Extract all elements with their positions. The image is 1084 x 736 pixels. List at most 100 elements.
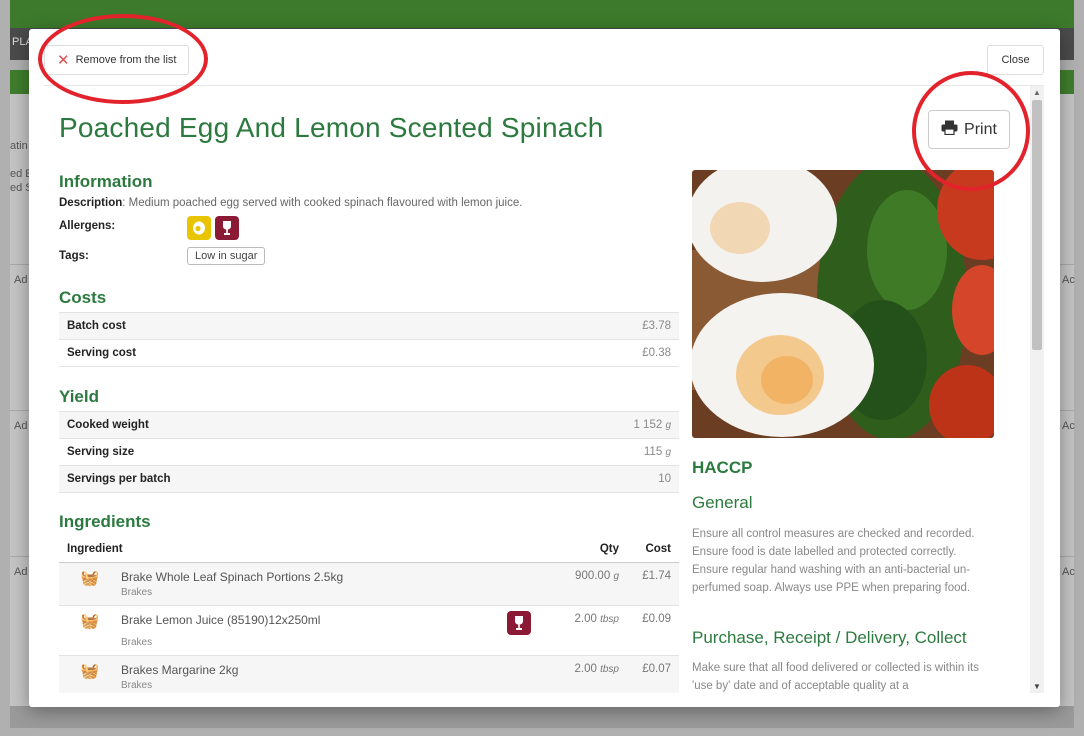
print-label: Print [964,120,997,138]
close-x-icon: ✕ [57,51,70,69]
remove-from-list-button[interactable]: ✕ Remove from the list [44,45,190,75]
bg-text: atin [10,140,28,152]
qty-cell: 900.00 g [547,561,627,605]
allergen-cell [507,561,547,605]
ingredients-table: Ingredient Qty Cost 🧺 Brake Whole Leaf S… [59,536,679,693]
tags-label: Tags: [59,250,89,262]
sulphites-allergen-icon [507,610,531,635]
modal-header: ✕ Remove from the list Close [29,29,1060,87]
yield-table: Cooked weight 1 152 g Serving size 115 g… [59,411,679,493]
yield-label: Cooked weight [59,411,500,439]
cost-label: Batch cost [59,312,479,340]
table-row: Serving cost £0.38 [59,339,679,367]
remove-from-list-label: Remove from the list [75,54,177,66]
table-row: Cooked weight 1 152 g [59,411,679,439]
information-heading: Information [59,172,153,191]
vertical-scrollbar[interactable]: ▲ ▼ [1030,86,1044,693]
description-text: : Medium poached egg served with cooked … [122,197,523,209]
basket-icon: 🧺 [80,662,100,680]
yield-value: 10 [658,473,671,485]
yield-label: Servings per batch [59,465,500,493]
yield-cell: 115 g [499,438,679,466]
qty-unit: g [613,570,619,582]
col-ingredient: Ingredient [59,536,547,563]
ingredient-cost: £0.07 [627,654,679,693]
print-button[interactable]: Print [928,110,1010,149]
basket-icon: 🧺 [80,569,100,587]
egg-allergen-icon [187,216,211,240]
cost-value: £0.38 [478,339,679,367]
recipe-title: Poached Egg And Lemon Scented Spinach [59,112,604,143]
basket-cell: 🧺 [59,604,121,655]
allergens-list [187,216,239,240]
general-text: Ensure all control measures are checked … [692,528,975,594]
table-row: Batch cost £3.78 [59,312,679,340]
ingredient-qty: 2.00 [574,662,597,675]
yield-unit: g [665,447,671,458]
ingredient-cell: Brake Lemon Juice (85190)12x250ml Brakes [121,604,507,655]
purchase-text: Make sure that all food delivered or col… [692,662,980,692]
recipe-side-panel: HACCP General Ensure all control measure… [692,170,1002,692]
ingredient-name[interactable]: Brake Lemon Juice (85190)12x250ml [121,613,507,627]
allergens-label: Allergens: [59,220,116,232]
yield-label: Serving size [59,438,500,466]
yield-value: 1 152 [633,419,663,431]
qty-cell: 2.00 tbsp [547,604,627,655]
ingredient-qty: 900.00 [575,569,611,582]
scroll-up-icon[interactable]: ▲ [1033,88,1041,97]
ingredient-name[interactable]: Brakes Margarine 2kg [121,663,507,677]
col-qty: Qty [547,536,627,563]
sulphites-allergen-icon [215,216,239,240]
allergen-cell [507,654,547,693]
costs-heading: Costs [59,288,107,307]
ingredient-supplier: Brakes [121,636,153,648]
close-button[interactable]: Close [987,45,1044,75]
bg-text: Ad [14,566,28,578]
basket-cell: 🧺 [59,561,121,605]
yield-cell: 10 [499,465,679,493]
table-header-row: Ingredient Qty Cost [59,536,679,563]
description: Description: Medium poached egg served w… [59,197,679,209]
qty-unit: tbsp [600,613,619,625]
basket-cell: 🧺 [59,654,121,693]
recipe-photo [692,170,994,438]
bg-text: Ad [14,420,28,432]
table-row: 🧺 Brake Whole Leaf Spinach Portions 2.5k… [59,561,679,605]
bg-top-bar [10,0,1074,28]
bg-text: Ac [1062,566,1075,578]
scroll-down-icon[interactable]: ▼ [1033,682,1041,691]
ingredient-cost: £0.09 [627,604,679,655]
yield-unit: g [665,420,671,431]
table-row: Serving size 115 g [59,438,679,466]
scroll-thumb[interactable] [1032,100,1042,350]
ingredient-cost: £1.74 [627,561,679,605]
cost-value: £3.78 [478,312,679,340]
ingredient-cell: Brakes Margarine 2kg Brakes [121,654,507,693]
cost-label: Serving cost [59,339,479,367]
ingredient-cell: Brake Whole Leaf Spinach Portions 2.5kg … [121,561,507,605]
modal-body: Poached Egg And Lemon Scented Spinach Pr… [44,85,1044,693]
bg-bottom-bar [10,706,1074,728]
ingredient-supplier: Brakes [121,679,153,691]
table-row: Servings per batch 10 [59,465,679,493]
qty-unit: tbsp [600,663,619,675]
bg-text: Ad [14,274,28,286]
qty-cell: 2.00 tbsp [547,654,627,693]
basket-icon: 🧺 [80,612,100,630]
allergen-cell [507,604,547,655]
description-label: Description [59,197,123,209]
yield-value: 115 [643,446,663,458]
recipe-modal: ✕ Remove from the list Close Poached Egg… [29,29,1060,707]
general-heading: General [692,493,753,512]
purchase-heading: Purchase, Receipt / Delivery, Collect [692,628,967,647]
bg-text: Ac [1062,274,1075,286]
costs-table: Batch cost £3.78 Serving cost £0.38 [59,312,679,367]
ingredient-name[interactable]: Brake Whole Leaf Spinach Portions 2.5kg [121,570,507,584]
ingredient-qty: 2.00 [574,612,597,625]
bg-text: Ac [1062,420,1075,432]
tag-badge: Low in sugar [187,247,266,265]
ingredients-heading: Ingredients [59,512,151,531]
yield-cell: 1 152 g [499,411,679,439]
table-row: 🧺 Brake Lemon Juice (85190)12x250ml Brak… [59,604,679,655]
printer-icon [941,120,958,140]
